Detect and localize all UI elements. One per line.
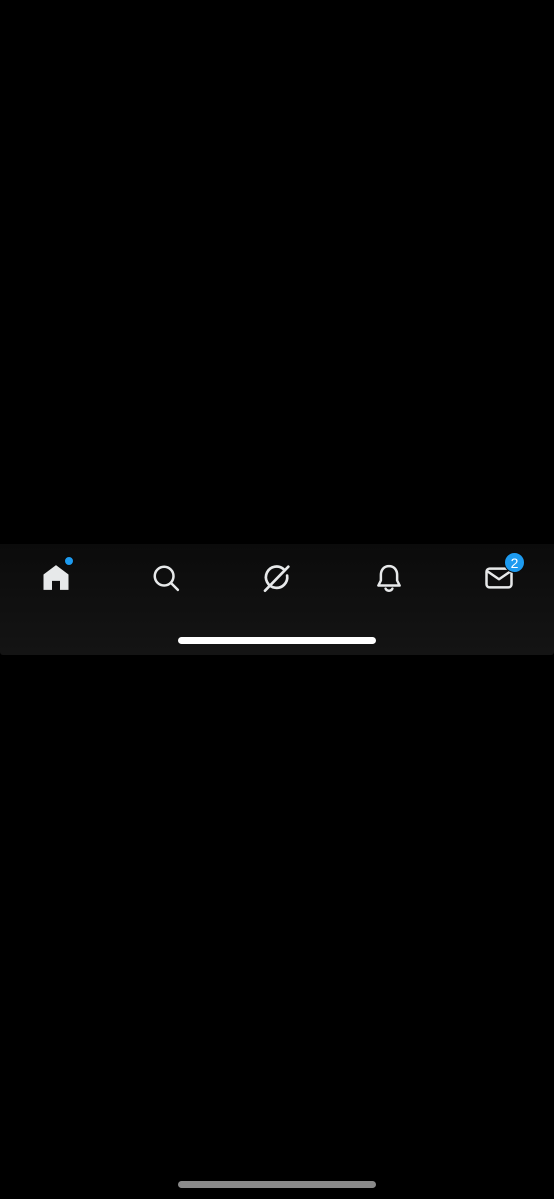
tab-messages[interactable]: 2: [475, 552, 525, 602]
blank-content-area: [0, 0, 554, 544]
home-unread-dot: [64, 556, 74, 566]
messages-unread-badge: 2: [504, 552, 525, 573]
search-icon: [153, 565, 180, 592]
bell-icon: [377, 564, 401, 592]
screen: 2: [0, 0, 554, 1199]
tab-home[interactable]: [32, 554, 80, 602]
home-indicator-inner[interactable]: [178, 637, 376, 644]
tab-search[interactable]: [142, 554, 190, 602]
tab-grok[interactable]: [253, 554, 301, 602]
home-icon: [43, 565, 69, 590]
home-indicator[interactable]: [178, 1181, 376, 1188]
tab-notifications[interactable]: [365, 554, 413, 602]
grok-icon: [263, 565, 290, 592]
